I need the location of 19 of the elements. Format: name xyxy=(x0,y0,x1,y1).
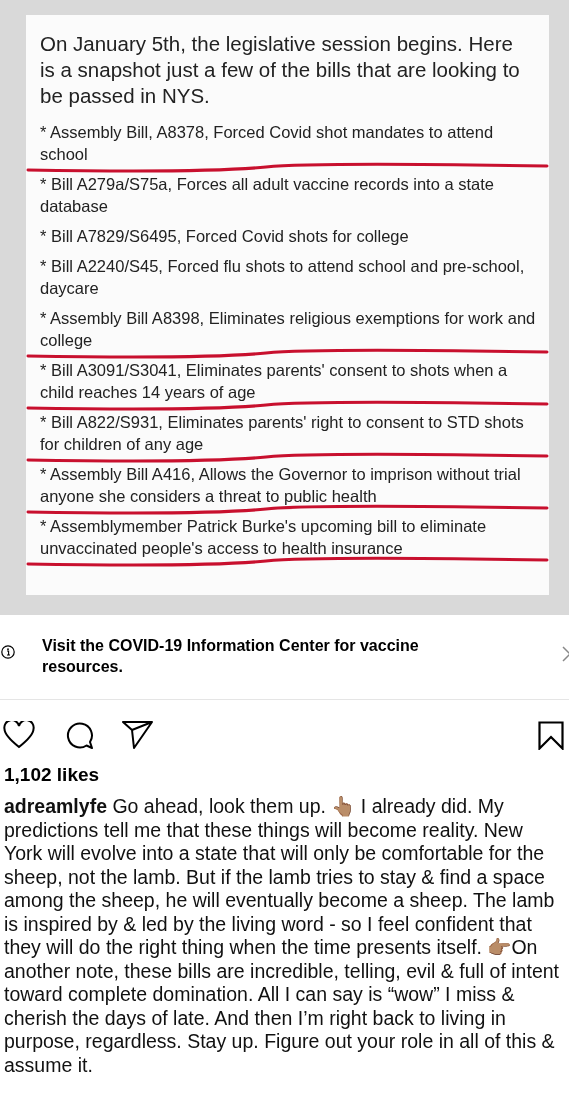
bill-item: * Bill A279a/S75a, Forces all adult vaccine records into a state database xyxy=(40,174,495,217)
heart-icon[interactable] xyxy=(3,721,35,749)
info-icon xyxy=(1,645,15,659)
bill-item: * Assembly Bill A416, Allows the Governor to imprison without trial anyone she considers a threat to public health xyxy=(40,464,522,507)
bill-item: * Assemblymember Patrick Burke's upcoming bill to eliminate unvaccinated people's access to health insurance xyxy=(40,516,488,559)
bill-item: * Bill A2240/S45, Forced flu shots to attend school and pre-school, daycare xyxy=(40,256,526,299)
bill-item: * Bill A7829/S6495, Forced Covid shots for college xyxy=(40,226,410,247)
likes-count[interactable]: 1,102 likes xyxy=(4,763,569,787)
bill-item: * Bill A822/S931, Eliminates parents' right to consent to STD shots for children of any age xyxy=(40,412,525,455)
post-caption: adreamlyfe Go ahead, look them up. 👆🏽 I already did. My predictions tell me that these things will become reality. New York will evolve into a state that will only be comfortable for the sheep, not the lamb. But if the lamb tries to stay & find a space among the sheep, he will eventually become a sheep. The lamb is inspired by & led by the living word - so I feel confident that they will do the right thing when the time presents itself. 👉🏽On another note, these bills are incredible, telling, evil & full of intent toward complete domination. All I can say is “wow” I miss & cherish the days of late. And then I’m right back to living in purpose, regardless. Stay up. Figure out your role in all of this & assume it. xyxy=(3,795,560,1077)
comment-icon[interactable] xyxy=(65,720,95,750)
send-icon[interactable] xyxy=(122,721,153,749)
bill-item: * Assembly Bill, A8378, Forced Covid shot mandates to attend school xyxy=(40,122,495,165)
chevron-right-icon[interactable] xyxy=(562,646,569,662)
bookmark-icon[interactable] xyxy=(538,720,564,750)
document-heading: On January 5th, the legislative session begins. Here is a snapshot just a few of the bills that are looking to be passed in NYS. xyxy=(40,31,521,109)
bill-item: * Assembly Bill A8398, Eliminates religious exemptions for work and college xyxy=(40,308,537,351)
info-banner-link[interactable]: Visit the COVID-19 Information Center for vaccine resources. xyxy=(42,635,442,677)
bill-item: * Bill A3091/S3041, Eliminates parents' consent to shots when a child reaches 14 years of age xyxy=(40,360,509,403)
